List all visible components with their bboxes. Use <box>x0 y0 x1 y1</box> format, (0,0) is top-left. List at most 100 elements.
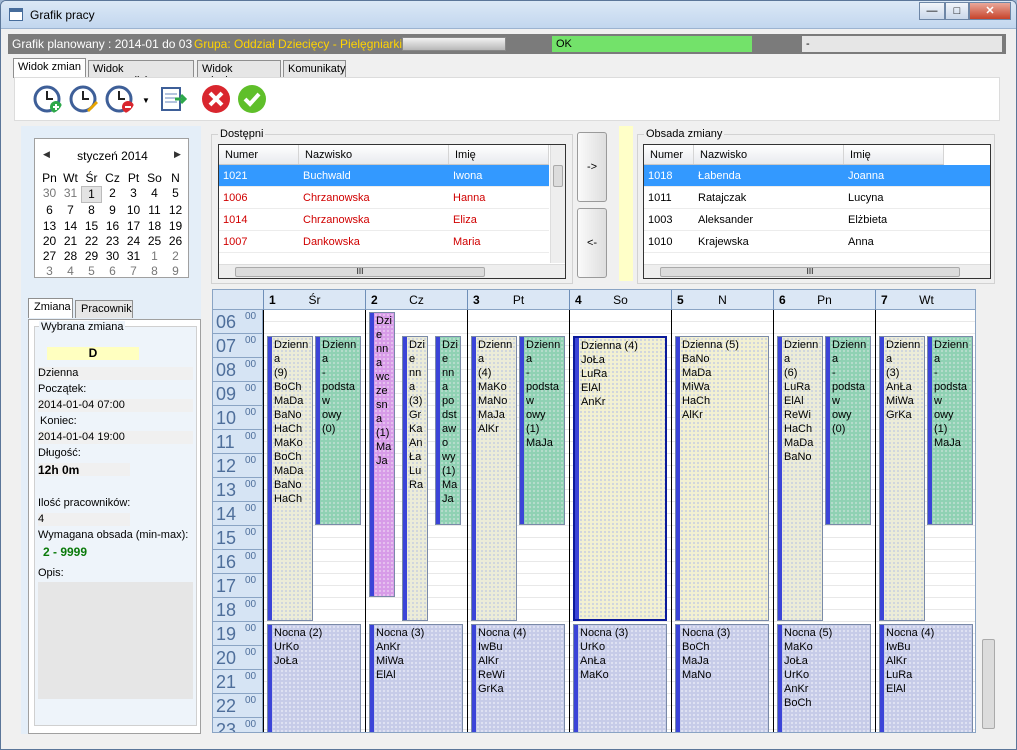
calendar-day[interactable]: 4 <box>144 186 165 203</box>
day-shift-block[interactable]: Dzienna (6) LuRa ElAl ReWi HaCh MaDa BaNo <box>777 336 823 621</box>
day-header[interactable]: 7 Wt <box>875 290 975 310</box>
day-shift-block[interactable]: Dzienna (9) BoCh MaDa BaNo HaCh MaKo BoCh MaDa Ba… <box>267 336 313 621</box>
col-nazwisko[interactable]: Nazwisko <box>694 145 844 164</box>
maximize-button[interactable]: □ <box>945 2 969 20</box>
calendar-day[interactable]: 18 <box>144 219 165 234</box>
night-shift-block[interactable]: Nocna (5) MaKo JoŁa UrKo AnKr BoCh <box>777 624 871 732</box>
calendar-day[interactable]: 30 <box>102 249 123 264</box>
day-header[interactable]: 1 Śr <box>263 290 365 310</box>
calendar-day[interactable]: 7 <box>123 264 144 279</box>
calendar-day[interactable]: 20 <box>39 234 60 249</box>
calendar-day[interactable]: 9 <box>102 203 123 218</box>
calendar-day[interactable]: 27 <box>39 249 60 264</box>
basic-shift-block[interactable]: Dzienna - podstaw owy (0) <box>825 336 871 525</box>
night-shift-block[interactable]: Nocna (4) IwBu AlKr LuRa ElAl <box>879 624 973 732</box>
calendar-day[interactable]: 10 <box>123 203 144 218</box>
night-shift-block[interactable]: Nocna (3) AnKr MiWa ElAl <box>369 624 463 732</box>
day-shift-block[interactable]: Dzienna (5) BaNo MaDa MiWa HaCh AlKr <box>675 336 769 621</box>
calendar-day[interactable]: 13 <box>39 219 60 234</box>
calendar-day[interactable]: 2 <box>102 186 123 203</box>
calendar-day[interactable]: 3 <box>39 264 60 279</box>
tab-pracownik[interactable]: Pracownik <box>75 300 133 318</box>
col-numer[interactable]: Numer <box>644 145 694 164</box>
staff-hscroll-thumb[interactable]: III <box>660 267 960 277</box>
basic-shift-block[interactable]: Dzie nna podst awo wy (1) MaJa <box>435 336 461 525</box>
available-vscroll[interactable] <box>550 145 565 263</box>
calendar-day[interactable]: 8 <box>81 203 102 218</box>
staff-hscroll[interactable]: III <box>644 264 990 278</box>
tab-zmiana[interactable]: Zmiana <box>28 298 73 318</box>
calendar-day[interactable]: 19 <box>165 219 186 234</box>
calendar-day[interactable]: 9 <box>165 264 186 279</box>
available-hscroll[interactable]: III <box>219 264 565 278</box>
tab-widok-pracownikow[interactable]: Widok pracowników <box>88 60 194 87</box>
list-row[interactable]: 1003 Aleksander Elżbieta <box>644 209 990 231</box>
calendar-day[interactable]: 25 <box>144 234 165 249</box>
col-imie[interactable]: Imię <box>844 145 944 164</box>
close-button[interactable]: ✕ <box>969 2 1011 20</box>
day-header[interactable]: 5N <box>671 290 773 310</box>
calendar-day[interactable]: 6 <box>102 264 123 279</box>
day-shift-block[interactable]: Dzienna (4) JoŁa LuRa ElAl AnKr <box>573 336 667 621</box>
cancel-icon[interactable] <box>201 84 231 114</box>
calendar-day[interactable]: 31 <box>123 249 144 264</box>
calendar-day[interactable]: 15 <box>81 219 102 234</box>
calendar-day[interactable]: 7 <box>60 203 81 218</box>
calendar-day[interactable]: 5 <box>81 264 102 279</box>
list-row[interactable]: 1006 Chrzanowska Hanna <box>219 187 549 209</box>
calendar-day[interactable]: 1 <box>144 249 165 264</box>
calendar-day[interactable]: 1 <box>81 186 102 204</box>
list-row[interactable]: 1007 Dankowska Maria <box>219 231 549 253</box>
calendar-day[interactable]: 14 <box>60 219 81 234</box>
calendar-day[interactable]: 26 <box>165 234 186 249</box>
calendar-day[interactable]: 22 <box>81 234 102 249</box>
accept-icon[interactable] <box>237 84 267 114</box>
day-header[interactable]: 2 Cz <box>365 290 467 310</box>
calendar-day[interactable]: 3 <box>123 186 144 203</box>
day-shift-block[interactable]: Dzie nna (3) GrKa AnŁa LuRa <box>402 336 428 621</box>
export-icon[interactable] <box>159 84 189 114</box>
tab-komunikaty[interactable]: Komunikaty <box>283 60 346 78</box>
calendar-day[interactable]: 30 <box>39 186 60 203</box>
day-header[interactable]: 4 So <box>569 290 671 310</box>
move-left-button[interactable]: <- <box>577 208 607 278</box>
add-shift-icon[interactable] <box>33 84 63 114</box>
description-field[interactable] <box>38 582 193 699</box>
col-numer[interactable]: Numer <box>219 145 299 164</box>
day-shift-block[interactable]: Dzienna (3) AnŁa MiWa GrKa <box>879 336 925 621</box>
calendar-day[interactable]: 11 <box>144 203 165 218</box>
col-nazwisko[interactable]: Nazwisko <box>299 145 449 164</box>
calendar-day[interactable]: 17 <box>123 219 144 234</box>
night-shift-block[interactable]: Nocna (3) BoCh MaJa MaNo <box>675 624 769 732</box>
basic-shift-block[interactable]: Dzienna - podstaw owy (0) <box>315 336 361 525</box>
list-row[interactable]: 1018 Łabenda Joanna <box>644 165 990 187</box>
next-month-icon[interactable]: ▶ <box>174 149 181 160</box>
calendar-day[interactable]: 31 <box>60 186 81 203</box>
calendar-day[interactable]: 2 <box>165 249 186 264</box>
tab-widok-zmian[interactable]: Widok zmian <box>13 58 86 78</box>
calendar-day[interactable]: 6 <box>39 203 60 218</box>
dropdown-arrow-icon[interactable]: ▼ <box>142 96 150 105</box>
night-shift-block[interactable]: Nocna (3) UrKo AnŁa MaKo <box>573 624 667 732</box>
calendar-day[interactable]: 12 <box>165 203 186 218</box>
list-row[interactable]: 1021 Buchwald Iwona <box>219 165 549 187</box>
calendar-day[interactable]: 29 <box>81 249 102 264</box>
calendar-day[interactable]: 28 <box>60 249 81 264</box>
calendar-day[interactable]: 16 <box>102 219 123 234</box>
night-shift-block[interactable]: Nocna (2) UrKo JoŁa <box>267 624 361 732</box>
tab-widok-miesiecy[interactable]: Widok miesięcy <box>197 60 281 87</box>
basic-shift-block[interactable]: Dzienna - podstaw owy (1) MaJa <box>927 336 973 525</box>
day-header[interactable]: 6 Pn <box>773 290 875 310</box>
early-shift-block[interactable]: Dzie nna wcze sna (1) MaJa <box>369 312 395 597</box>
calendar-day[interactable]: 23 <box>102 234 123 249</box>
minimize-button[interactable]: — <box>919 2 945 20</box>
day-shift-block[interactable]: Dzienna (4) MaKo MaNo MaJa AlKr <box>471 336 517 621</box>
list-row[interactable]: 1014 Chrzanowska Eliza <box>219 209 549 231</box>
calendar-day[interactable]: 4 <box>60 264 81 279</box>
list-row[interactable]: 1011 Ratajczak Lucyna <box>644 187 990 209</box>
day-header[interactable]: 3 Pt <box>467 290 569 310</box>
calendar-day[interactable]: 5 <box>165 186 186 203</box>
remove-shift-icon[interactable] <box>105 84 135 114</box>
available-hscroll-thumb[interactable]: III <box>235 267 485 277</box>
available-vscroll-thumb[interactable] <box>553 165 563 187</box>
